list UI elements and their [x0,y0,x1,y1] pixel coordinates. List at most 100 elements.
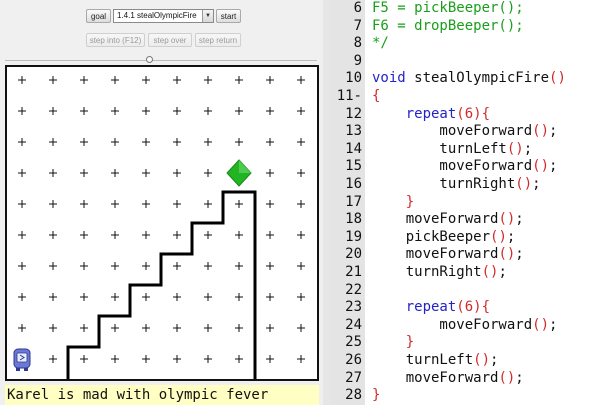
code-token: ; [523,140,533,157]
code-token: stealOlympicFire [405,70,550,87]
grid-cross [204,231,212,239]
code-token: */ [372,35,389,52]
grid-cross [266,76,274,84]
code-line[interactable]: turnLeft(); [372,352,499,370]
code-token: F5 = pickBeeper(); [372,0,524,16]
grid-cross [266,138,274,146]
grid-cross [235,262,243,270]
code-line[interactable]: repeat(6){ [372,106,490,124]
code-line[interactable]: turnRight(); [372,176,541,194]
grid-cross [80,355,88,363]
problem-select-value: 1.4.1 stealOlympicFire [117,11,197,20]
code-line[interactable]: } [372,387,380,405]
code-token: ; [515,246,524,263]
code-line[interactable]: pickBeeper(); [372,228,516,247]
code-line[interactable]: moveForward(); [372,317,557,335]
karel-panel: goal 1.4.1 stealOlympicFire ▼ start step… [0,0,323,405]
code-token: void [372,70,406,87]
step-return-button[interactable]: step return [195,33,241,47]
code-line[interactable]: turnLeft(); [372,141,532,159]
code-token: moveForward [372,158,533,175]
grid-cross [266,231,274,239]
code-line[interactable]: */ [372,35,389,53]
speed-slider-track[interactable] [5,60,317,61]
code-token: ; [515,369,524,386]
grid-cross [266,293,274,301]
line-number: 11- [336,88,362,104]
line-number: 6 [353,0,362,16]
code-line[interactable]: void stealOlympicFire() [372,70,566,88]
code-line[interactable]: { [372,88,380,106]
grid-cross [204,169,212,177]
grid-cross [204,200,212,208]
code-token: (6){ [456,299,491,316]
code-token: pickBeeper [372,228,491,245]
grid-cross [80,324,88,332]
step-into-button[interactable]: step into (F12) [86,33,145,47]
line-number: 15 [345,158,362,175]
grid-cross [111,200,119,208]
grid-cross [266,262,274,270]
code-token: moveForward [372,246,499,263]
grid-cross [80,231,88,239]
code-line[interactable]: moveForward(); [372,246,524,264]
chevron-down-icon[interactable]: ▼ [202,10,213,22]
step-over-button[interactable]: step over [148,33,192,47]
code-token: ; [549,158,558,175]
code-line[interactable]: } [372,194,414,212]
speed-slider-handle[interactable] [146,56,153,63]
grid-cross [49,262,57,270]
grid-cross [18,76,26,84]
code-token: moveForward [372,316,533,333]
code-line[interactable]: moveForward(); [372,370,524,388]
grid-cross [204,324,212,332]
code-line[interactable]: turnRight(); [372,264,507,282]
grid-cross [18,107,26,115]
line-number: 7 [353,17,362,34]
grid-cross [204,262,212,270]
code-token: () [498,369,516,386]
grid-cross [49,231,57,239]
grid-cross [80,138,88,146]
grid-cross [235,231,243,239]
grid-cross [18,138,26,146]
code-token: { [372,88,381,104]
code-token: () [532,316,550,333]
start-button[interactable]: start [216,9,241,23]
line-number: 16 [345,176,362,192]
grid-cross [18,169,26,177]
line-number: 26 [345,352,362,368]
grid-cross [235,324,243,332]
grid-cross [142,169,150,177]
code-token: ; [532,176,541,192]
grid-cross [297,324,305,332]
line-number: 25 [345,334,362,351]
code-line[interactable]: F6 = dropBeeper(); [372,18,524,36]
line-number: 13 [345,123,362,140]
code-token: ; [506,228,516,245]
line-number: 19 [345,228,362,245]
grid-cross [173,138,181,146]
grid-cross [49,169,57,177]
panel-divider[interactable] [323,0,330,405]
line-number: 28 [345,387,362,404]
code-line[interactable]: repeat(6){ [372,299,490,317]
grid-cross [18,231,26,239]
grid-cross [111,76,119,84]
goal-button[interactable]: goal [86,9,111,23]
grid-cross [297,107,305,115]
grid-cross [49,200,57,208]
grid-cross [80,262,88,270]
code-line[interactable]: moveForward(); [372,123,557,141]
code-line[interactable]: moveForward(); [372,158,557,176]
problem-select[interactable]: 1.4.1 stealOlympicFire ▼ [113,9,214,23]
code-token: () [498,211,516,228]
code-line[interactable]: F5 = pickBeeper(); [372,0,524,18]
grid-cross [266,107,274,115]
code-token: turnRight [372,264,482,280]
code-line[interactable]: } [372,334,414,352]
karel-robot-icon [13,348,31,371]
line-number: 23 [345,299,362,316]
code-line[interactable]: moveForward(); [372,211,524,229]
grid-cross [142,231,150,239]
